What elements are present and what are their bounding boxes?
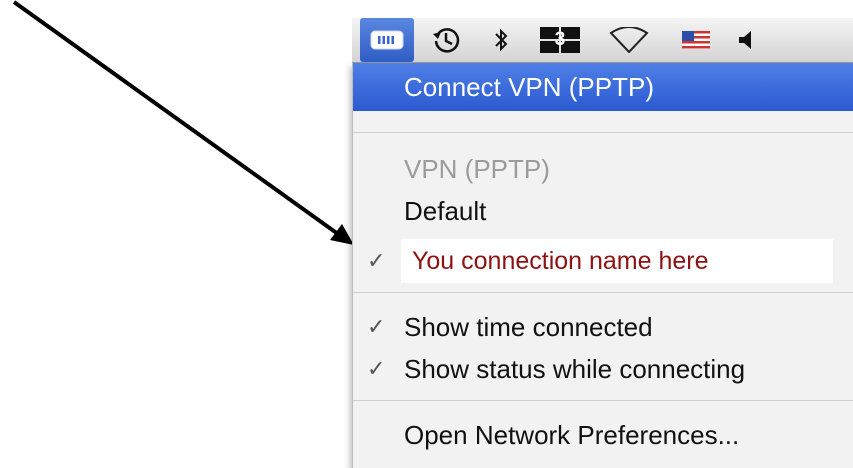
spaces-number: 3 bbox=[554, 29, 566, 50]
open-network-prefs-item[interactable]: Open Network Preferences... bbox=[353, 415, 853, 455]
flag-icon[interactable] bbox=[674, 18, 718, 62]
checkmark-icon: ✓ bbox=[367, 356, 386, 381]
connect-vpn-label: Connect VPN (PPTP) bbox=[404, 72, 654, 102]
time-machine-icon[interactable] bbox=[424, 18, 468, 62]
spaces-icon[interactable]: 3 bbox=[534, 18, 586, 62]
default-item[interactable]: Default bbox=[353, 191, 853, 231]
vpn-header-item: VPN (PPTP) bbox=[353, 149, 853, 189]
connect-vpn-item[interactable]: Connect VPN (PPTP) bbox=[353, 63, 853, 111]
checkmark-icon: ✓ bbox=[367, 248, 386, 273]
volume-icon[interactable] bbox=[730, 18, 760, 62]
vpn-status-icon[interactable] bbox=[360, 18, 414, 62]
vpn-header-label: VPN (PPTP) bbox=[404, 154, 550, 184]
menu-bar: 3 bbox=[352, 18, 853, 63]
menu-separator bbox=[353, 292, 853, 293]
default-label: Default bbox=[404, 196, 487, 226]
menu-separator bbox=[353, 400, 853, 401]
vpn-dropdown-menu: Connect VPN (PPTP) VPN (PPTP) Default ✓ … bbox=[352, 63, 853, 468]
show-time-label: Show time connected bbox=[404, 312, 653, 342]
show-status-item[interactable]: ✓ Show status while connecting bbox=[353, 349, 853, 389]
open-network-prefs-label: Open Network Preferences... bbox=[404, 420, 740, 450]
wifi-icon[interactable] bbox=[600, 18, 658, 62]
show-status-label: Show status while connecting bbox=[404, 354, 746, 384]
connection-name-box: You connection name here bbox=[401, 239, 833, 283]
connection-name-label: You connection name here bbox=[412, 247, 709, 275]
checkmark-icon: ✓ bbox=[367, 314, 386, 339]
bluetooth-icon[interactable] bbox=[484, 18, 518, 62]
menu-separator bbox=[353, 132, 853, 133]
show-time-item[interactable]: ✓ Show time connected bbox=[353, 307, 853, 347]
connection-name-item[interactable]: ✓ You connection name here bbox=[353, 235, 853, 287]
